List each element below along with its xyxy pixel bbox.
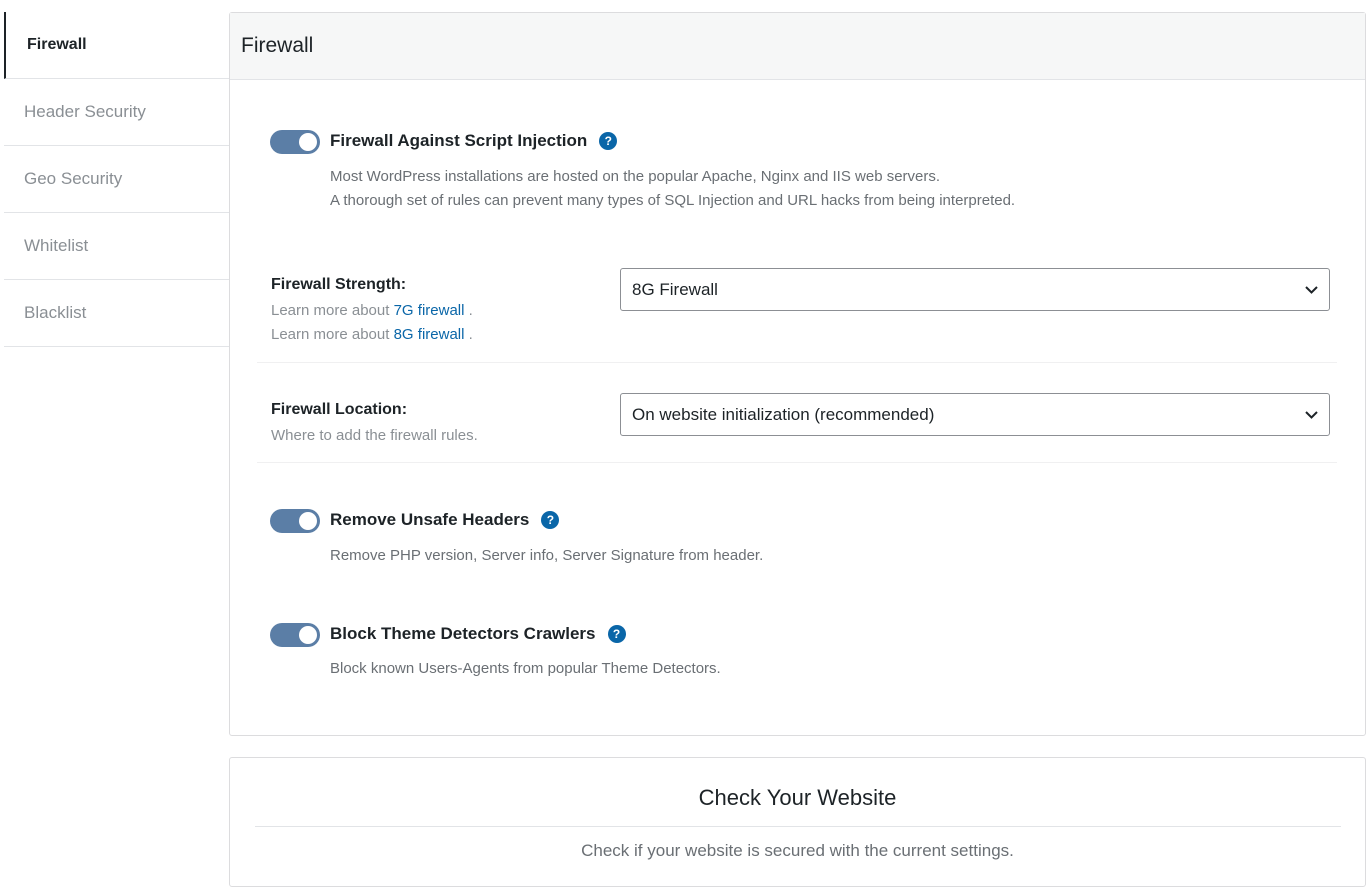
script-injection-desc-line1: Most WordPress installations are hosted …: [330, 168, 941, 185]
check-website-desc: Check if your website is secured with th…: [581, 841, 1014, 860]
theme-detectors-title: Block Theme Detectors Crawlers: [330, 624, 596, 643]
script-injection-title: Firewall Against Script Injection: [330, 131, 588, 150]
script-injection-toggle[interactable]: [270, 130, 320, 154]
link-7g-firewall[interactable]: 7G firewall: [394, 302, 465, 319]
sidebar-item-geo-security[interactable]: Geo Security: [4, 146, 229, 213]
script-injection-title-row: Firewall Against Script Injection?: [330, 131, 618, 151]
chevron-down-icon: [1305, 411, 1318, 419]
firewall-strength-label: Firewall Strength:: [271, 276, 407, 293]
unsafe-headers-title: Remove Unsafe Headers: [330, 510, 530, 529]
learn-more-prefix: Learn more about: [271, 326, 390, 343]
learn-more-suffix: .: [468, 302, 473, 319]
learn-more-7g: Learn more about 7G firewall .: [271, 299, 473, 323]
help-icon[interactable]: ?: [541, 511, 560, 529]
firewall-location-sub: Where to add the firewall rules.: [271, 427, 478, 444]
sidebar-item-firewall[interactable]: Firewall: [4, 12, 229, 79]
learn-more-suffix: .: [468, 326, 473, 343]
chevron-down-icon: [1305, 286, 1318, 294]
firewall-location-select[interactable]: On website initialization (recommended): [620, 393, 1330, 436]
help-icon[interactable]: ?: [607, 625, 626, 643]
link-8g-firewall[interactable]: 8G firewall: [394, 326, 465, 343]
divider: [257, 362, 1337, 363]
unsafe-headers-toggle[interactable]: [270, 509, 320, 533]
script-injection-desc-line2: A thorough set of rules can prevent many…: [330, 192, 1016, 209]
settings-sidebar: Firewall Header Security Geo Security Wh…: [4, 12, 229, 347]
divider: [257, 462, 1337, 463]
script-injection-desc: Most WordPress installations are hosted …: [330, 165, 1015, 213]
sidebar-item-blacklist[interactable]: Blacklist: [4, 280, 229, 347]
check-website-title: Check Your Website: [698, 785, 897, 810]
firewall-location-value: On website initialization (recommended): [632, 404, 935, 424]
firewall-location-label: Firewall Location:: [271, 401, 408, 418]
sidebar-item-whitelist[interactable]: Whitelist: [4, 213, 229, 280]
panel-title: Firewall: [230, 13, 1365, 80]
unsafe-headers-desc: Remove PHP version, Server info, Server …: [330, 547, 764, 564]
theme-detectors-desc: Block known Users-Agents from popular Th…: [330, 660, 721, 677]
learn-more-8g: Learn more about 8G firewall .: [271, 323, 473, 347]
firewall-strength-select[interactable]: 8G Firewall: [620, 268, 1330, 311]
learn-more-prefix: Learn more about: [271, 302, 390, 319]
firewall-strength-value: 8G Firewall: [632, 279, 718, 299]
firewall-panel: Firewall Firewall Against Script Injecti…: [229, 12, 1366, 736]
help-icon[interactable]: ?: [599, 132, 618, 150]
divider: [255, 826, 1341, 827]
theme-detectors-title-row: Block Theme Detectors Crawlers?: [330, 624, 626, 644]
theme-detectors-toggle[interactable]: [270, 623, 320, 647]
unsafe-headers-title-row: Remove Unsafe Headers?: [330, 510, 560, 530]
sidebar-item-header-security[interactable]: Header Security: [4, 79, 229, 146]
